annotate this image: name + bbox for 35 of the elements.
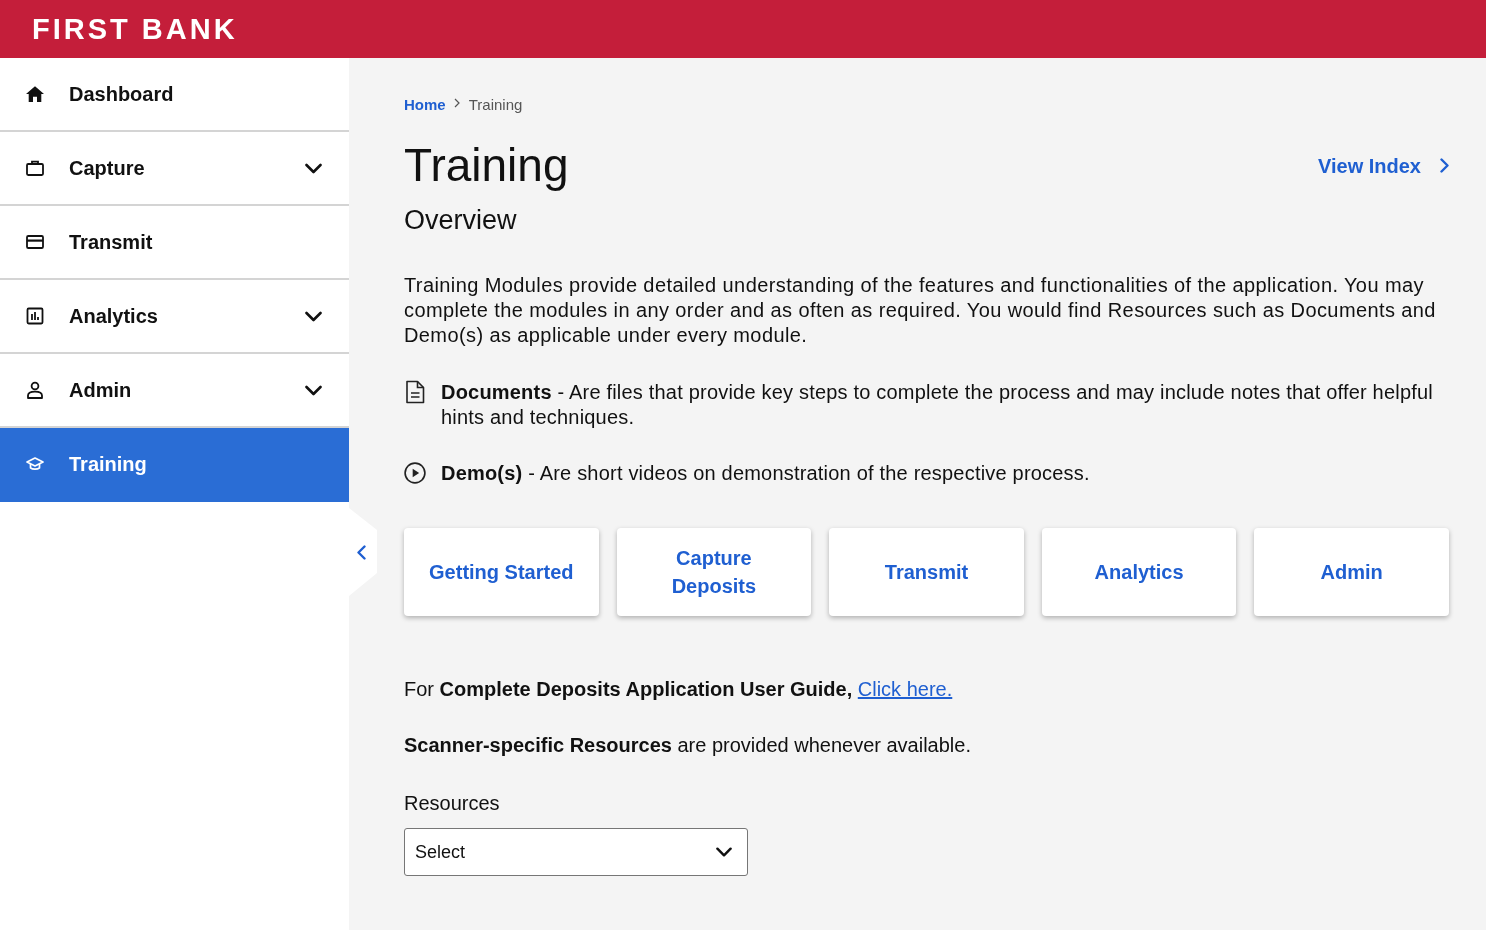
module-card[interactable]: Admin — [1254, 528, 1449, 616]
briefcase-icon — [25, 158, 45, 178]
breadcrumb-current: Training — [468, 95, 523, 115]
section-heading: Overview — [404, 204, 518, 237]
guide-sentence: For Complete Deposits Application User Guide, Click here. — [404, 677, 954, 702]
intro-paragraph: Training Modules provide detailed understanding of the features and functionalities of the application. You may complete the modules in any order and as often as required. You would find Resources such as Documents and Demo(s) as applicable under every module. — [404, 273, 1437, 348]
sidebar-item[interactable]: Transmit — [0, 206, 349, 280]
sidebar-item[interactable]: Dashboard — [0, 58, 349, 132]
breadcrumb-link[interactable]: Home — [404, 95, 446, 115]
bar-chart-icon — [25, 306, 45, 326]
chevron-right-icon — [1440, 158, 1449, 173]
credit-card-icon — [25, 232, 45, 252]
field-label: Resources — [404, 791, 501, 816]
resource-description: Demo(s) - Are short videos on demonstration of the respective process. — [441, 461, 1090, 486]
module-card[interactable]: Capture Deposits — [616, 528, 812, 616]
person-icon — [25, 380, 45, 400]
home-icon — [25, 84, 45, 104]
sidebar-item[interactable]: Analytics — [0, 280, 349, 354]
chevron-down-icon — [716, 847, 732, 857]
bank-logo: FIRST BANK — [32, 12, 238, 46]
sidebar-item[interactable]: Capture — [0, 132, 349, 206]
guide-link[interactable]: Click here. — [857, 678, 953, 700]
page-title: Training — [404, 138, 569, 193]
view-index-link[interactable]: View Index — [1318, 150, 1449, 181]
scanner-note: Scanner-specific Resources are provided whenever available. — [404, 733, 972, 758]
module-card[interactable]: Transmit — [829, 528, 1024, 616]
resource-description: Documents - Are files that provide key steps to complete the process and may include notes that offer helpful hints and techniques. — [441, 380, 1434, 430]
chevron-left-icon — [357, 544, 366, 560]
resources-select[interactable]: Select — [404, 828, 748, 876]
module-card[interactable]: Analytics — [1041, 528, 1237, 616]
document-icon — [404, 380, 426, 404]
chevron-right-icon — [453, 98, 460, 108]
sidebar-item[interactable]: Training — [0, 428, 349, 502]
module-card[interactable]: Getting Started — [404, 528, 599, 616]
play-circle-icon — [404, 461, 426, 485]
